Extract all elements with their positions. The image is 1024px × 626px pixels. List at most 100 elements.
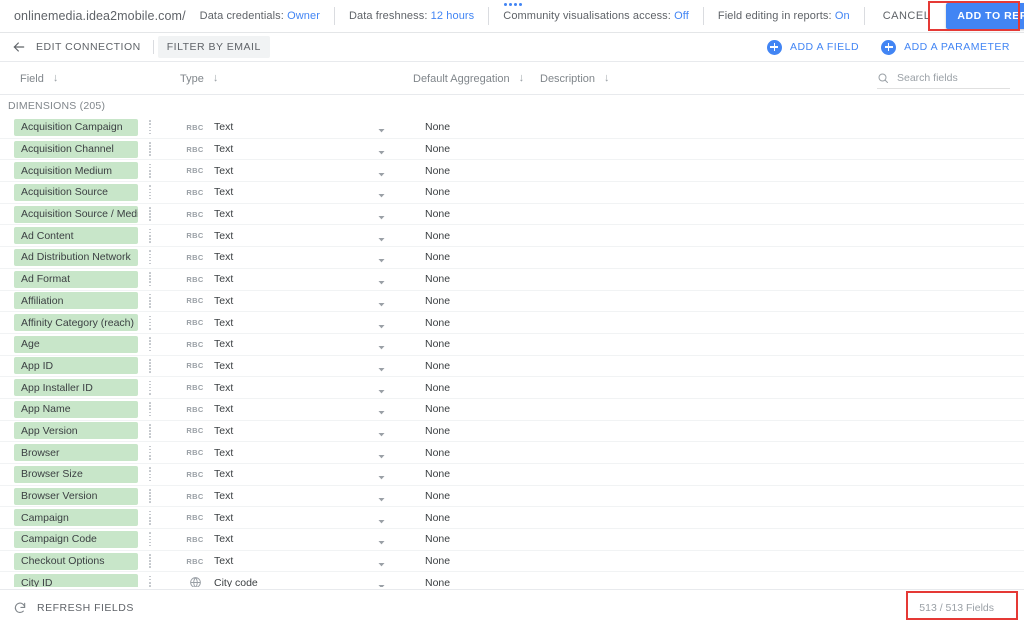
drag-handle-icon[interactable] [145, 358, 155, 373]
filter-by-email-button[interactable]: FILTER BY EMAIL [157, 36, 270, 58]
field-chip[interactable]: Ad Distribution Network [14, 248, 138, 266]
drag-handle-icon[interactable] [145, 445, 155, 460]
table-row[interactable]: Browser RBC Text None [0, 442, 1024, 464]
chevron-down-icon[interactable] [377, 274, 387, 285]
chevron-down-icon[interactable] [377, 383, 387, 393]
chevron-down-icon[interactable] [377, 556, 387, 567]
drag-handle-icon[interactable] [145, 185, 155, 200]
add-a-field-button[interactable]: ADD A FIELD [766, 39, 859, 55]
drag-handle-icon[interactable] [145, 272, 155, 287]
add-to-report-button[interactable]: ADD TO REPORT [946, 3, 1024, 29]
drag-handle-icon[interactable] [145, 467, 155, 482]
field-chip[interactable]: Checkout Options [14, 552, 138, 570]
arrow-left-icon[interactable] [10, 38, 28, 56]
drag-handle-icon[interactable] [145, 207, 155, 222]
column-header-type[interactable]: Type ↓ [180, 62, 218, 95]
add-a-parameter-button[interactable]: ADD A PARAMETER [881, 39, 1010, 55]
field-chip[interactable]: Acquisition Campaign [14, 118, 138, 136]
field-chip[interactable]: Browser Version [14, 487, 138, 505]
table-row[interactable]: App Name RBC Text None [0, 398, 1024, 421]
table-row[interactable]: App ID RBC Text None [0, 355, 1024, 378]
search-fields-box[interactable] [877, 68, 1010, 89]
field-chip[interactable]: Acquisition Source [14, 183, 138, 201]
table-row[interactable]: Acquisition Source / Medi... RBC Text None [0, 203, 1024, 226]
field-chip[interactable]: City ID [14, 574, 138, 587]
table-row[interactable]: Affiliation RBC Text None [0, 290, 1024, 313]
field-chip[interactable]: Acquisition Medium [14, 162, 138, 180]
field-chip[interactable]: App Version [14, 422, 138, 440]
drag-handle-icon[interactable] [145, 554, 155, 569]
table-row[interactable]: Ad Distribution Network RBC Text None [0, 247, 1024, 269]
column-header-default-aggregation[interactable]: Default Aggregation ↓ [413, 62, 524, 95]
table-row[interactable]: Browser Version RBC Text None [0, 485, 1024, 508]
data-freshness[interactable]: Data freshness: 12 hours [335, 10, 488, 22]
chevron-down-icon[interactable] [377, 469, 387, 480]
field-chip[interactable]: Acquisition Channel [14, 140, 138, 158]
table-row[interactable]: City ID City code None [0, 572, 1024, 587]
drag-handle-icon[interactable] [145, 402, 155, 417]
chevron-down-icon[interactable] [377, 296, 387, 307]
table-row[interactable]: Campaign Code RBC Text None [0, 529, 1024, 551]
edit-connection-button[interactable]: EDIT CONNECTION [28, 36, 149, 58]
chevron-down-icon[interactable] [377, 187, 387, 198]
drag-handle-icon[interactable] [145, 293, 155, 308]
field-chip[interactable]: Ad Format [14, 270, 138, 288]
drag-handle-icon[interactable] [145, 423, 155, 438]
chevron-down-icon[interactable] [377, 252, 387, 263]
table-row[interactable]: App Version RBC Text None [0, 420, 1024, 443]
chevron-down-icon[interactable] [377, 144, 387, 155]
drag-handle-icon[interactable] [145, 142, 155, 156]
drag-handle-icon[interactable] [145, 489, 155, 503]
column-header-description[interactable]: Description ↓ [540, 62, 610, 95]
field-chip[interactable]: Browser [14, 444, 138, 462]
table-row[interactable]: Acquisition Campaign RBC Text None [0, 117, 1024, 139]
drag-handle-icon[interactable] [145, 532, 155, 547]
chevron-down-icon[interactable] [377, 209, 387, 220]
refresh-fields-button[interactable]: REFRESH FIELDS [13, 601, 134, 615]
chevron-down-icon[interactable] [377, 231, 387, 242]
chevron-down-icon[interactable] [377, 339, 387, 350]
chevron-down-icon[interactable] [377, 513, 387, 524]
drag-handle-icon[interactable] [145, 228, 155, 243]
chevron-down-icon[interactable] [377, 448, 387, 459]
column-header-field[interactable]: Field ↓ [20, 62, 58, 95]
field-chip[interactable]: App ID [14, 357, 138, 375]
field-chip[interactable]: Campaign [14, 509, 138, 527]
table-row[interactable]: Acquisition Source RBC Text None [0, 182, 1024, 204]
table-row[interactable]: Acquisition Channel RBC Text None [0, 138, 1024, 161]
chevron-down-icon[interactable] [377, 426, 387, 437]
table-row[interactable]: Ad Content RBC Text None [0, 225, 1024, 248]
drag-handle-icon[interactable] [145, 510, 155, 525]
chevron-down-icon[interactable] [377, 122, 387, 133]
drag-handle-icon[interactable] [145, 315, 155, 330]
drag-handle-icon[interactable] [145, 120, 155, 135]
drag-handle-icon[interactable] [145, 337, 155, 352]
field-chip[interactable]: Acquisition Source / Medi... [14, 205, 138, 223]
chevron-down-icon[interactable] [377, 491, 387, 502]
cancel-button[interactable]: CANCEL [865, 10, 947, 22]
drag-handle-icon[interactable] [145, 575, 155, 587]
field-editing-in-reports[interactable]: Field editing in reports: On [704, 10, 864, 22]
table-row[interactable]: Campaign RBC Text None [0, 507, 1024, 530]
field-chip[interactable]: Age [14, 335, 138, 353]
field-chip[interactable]: App Installer ID [14, 379, 138, 397]
field-chip[interactable]: Affinity Category (reach) [14, 314, 138, 332]
table-row[interactable]: Age RBC Text None [0, 333, 1024, 356]
drag-handle-icon[interactable] [145, 380, 155, 395]
table-row[interactable]: Affinity Category (reach) RBC Text None [0, 312, 1024, 334]
table-row[interactable]: Checkout Options RBC Text None [0, 550, 1024, 573]
chevron-down-icon[interactable] [377, 166, 387, 177]
table-row[interactable]: Ad Format RBC Text None [0, 268, 1024, 291]
field-chip[interactable]: Campaign Code [14, 530, 138, 548]
drag-handle-icon[interactable] [145, 163, 155, 178]
chevron-down-icon[interactable] [377, 578, 387, 587]
chevron-down-icon[interactable] [377, 404, 387, 415]
field-chip[interactable]: Affiliation [14, 292, 138, 310]
chevron-down-icon[interactable] [377, 361, 387, 372]
data-credentials[interactable]: Data credentials: Owner [186, 10, 334, 22]
chevron-down-icon[interactable] [377, 318, 387, 328]
chevron-down-icon[interactable] [377, 534, 387, 545]
table-row[interactable]: App Installer ID RBC Text None [0, 377, 1024, 399]
field-chip[interactable]: Browser Size [14, 465, 138, 483]
drag-handle-icon[interactable] [145, 250, 155, 265]
